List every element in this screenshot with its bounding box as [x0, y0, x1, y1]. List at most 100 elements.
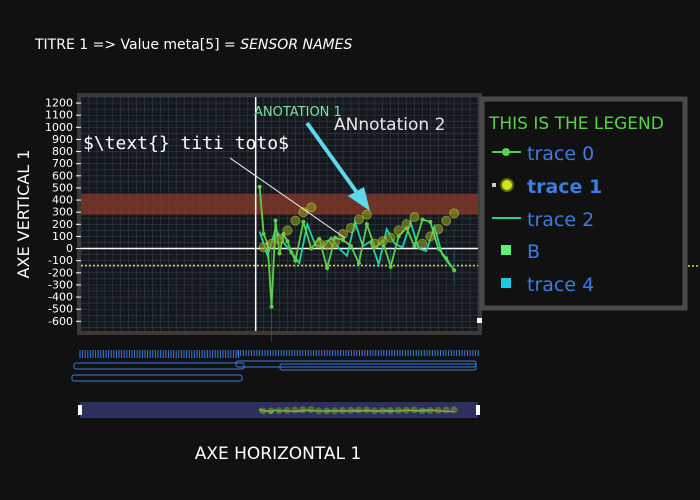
- rangeslider-trace-1-point: [386, 407, 394, 415]
- trace-0-point: [257, 184, 262, 189]
- y-tick-label: 500: [52, 181, 73, 194]
- rangeslider-trace-1-point: [450, 406, 458, 414]
- rangeslider-trace-1-point: [323, 407, 331, 415]
- y-tick-labels: 1200110010009008007006005004003002001000…: [45, 97, 81, 328]
- trace-0-point: [444, 256, 449, 261]
- y-tick-label: -300: [48, 278, 73, 291]
- trace-0-point: [325, 265, 330, 270]
- legend-label-trace-1: trace 1: [527, 176, 602, 198]
- y-tick-label: 1200: [45, 97, 73, 110]
- y-tick-label: -500: [48, 303, 73, 316]
- trace-1-point: [266, 238, 277, 249]
- rangeslider-handle-left[interactable]: [78, 405, 82, 415]
- y-tick-label: -400: [48, 291, 73, 304]
- trace-1-point: [361, 209, 372, 220]
- trace-1-point: [425, 231, 436, 242]
- trace-0-point: [293, 258, 298, 263]
- trace-0-point: [285, 239, 290, 244]
- rangeslider-trace-1-point: [339, 407, 347, 414]
- legend-symbol-trace-1-dot: [500, 178, 514, 192]
- trace-0-point: [364, 222, 369, 227]
- rangeslider-trace-1-point: [307, 406, 315, 414]
- rangeslider-trace-1-point: [434, 406, 442, 414]
- trace-1-point: [417, 238, 428, 249]
- y-tick-label: -100: [48, 254, 73, 267]
- rangeslider-trace-1-point: [410, 406, 418, 414]
- rangeslider-trace-1-point: [259, 407, 267, 415]
- x-tick-label-cluster: [71, 374, 243, 382]
- legend-label-trace-4: trace 4: [527, 274, 594, 296]
- y-tick-label: 900: [52, 133, 73, 146]
- rangeslider-trace-1-point: [267, 407, 275, 415]
- trace-1-point: [433, 224, 444, 235]
- x-tick-label-cluster: [73, 362, 245, 370]
- legend-label-trace-0: trace 0: [527, 143, 594, 165]
- trace-0-point: [269, 304, 274, 309]
- trace-1-point: [345, 222, 356, 233]
- trace-1-point: [353, 214, 364, 225]
- trace-0-point: [388, 264, 393, 269]
- rangeslider-trace-1-point: [283, 406, 291, 414]
- rangeslider-trace-1-point: [371, 407, 379, 415]
- trace-0-point: [348, 244, 353, 249]
- trace-0-point: [277, 251, 282, 256]
- rangeslider-trace-1-point: [291, 406, 299, 414]
- trace-1-point: [274, 233, 285, 244]
- rangeslider-tick-labels: [71, 350, 479, 382]
- annotation-2: ANnotation 2: [334, 115, 445, 135]
- trace-0-point: [356, 261, 361, 266]
- rangeslider-handle-right[interactable]: [476, 405, 480, 415]
- rangeslider-trace-1-point: [347, 406, 355, 414]
- legend-title: THIS IS THE LEGEND: [488, 114, 664, 134]
- trace-0-point: [301, 219, 306, 224]
- trace-1-point: [290, 215, 301, 226]
- chart-title-italic: SENSOR NAMES: [240, 37, 352, 53]
- rangeslider-trace-1-point: [331, 407, 339, 415]
- y-tick-label: 600: [52, 169, 73, 182]
- trace-0-point: [420, 217, 425, 222]
- chart: TITRE 1 => Value meta[5] = SENSOR NAMES …: [14, 37, 700, 464]
- trace-1-point: [385, 232, 396, 243]
- rangeslider-trace-1-point: [394, 406, 402, 414]
- y-tick-label: 0: [66, 242, 73, 255]
- rangeslider-trace-1-point: [418, 407, 426, 415]
- annotation-1: ANOTATION 1: [254, 105, 342, 120]
- y-tick-label: 100: [52, 230, 73, 243]
- trace-0-point: [273, 218, 278, 223]
- y-tick-label: 400: [52, 194, 73, 207]
- rangeslider-trace-1-point: [315, 407, 323, 415]
- y-tick-label: -600: [48, 315, 73, 328]
- legend: THIS IS THE LEGEND trace 0 trace 1 trace…: [479, 96, 688, 311]
- y-tick-label: 700: [52, 157, 73, 170]
- highlight-band: [81, 193, 478, 215]
- trace-0-point: [309, 246, 314, 251]
- trace-1-point: [449, 208, 460, 219]
- trace-0-point: [261, 232, 266, 237]
- trace-1-point: [441, 215, 452, 226]
- trace-0-point: [289, 250, 294, 255]
- trace-1-point: [306, 202, 317, 213]
- trace-1-point: [282, 225, 293, 236]
- y-tick-label: 1100: [45, 109, 73, 122]
- trace-0-point: [412, 244, 417, 249]
- trace-1-point: [330, 237, 341, 248]
- annotation-latex: $\text{} titi toto$: [83, 133, 289, 154]
- y-tick-label: 300: [52, 206, 73, 219]
- rangeslider-trace-1-point: [426, 407, 434, 415]
- legend-symbol-trace-4: [501, 278, 511, 288]
- legend-label-trace-2: trace 2: [527, 209, 594, 231]
- trace-0-point: [428, 219, 433, 224]
- trace-1-point: [409, 212, 420, 223]
- trace-1-point: [393, 225, 404, 236]
- rangeslider-trace-1-point: [275, 407, 283, 415]
- trace-0-point: [452, 268, 457, 273]
- plot-corner-marker: [477, 318, 482, 323]
- rangeslider-trace-1-point: [442, 406, 450, 414]
- legend-symbol-b: [501, 245, 511, 255]
- rangeslider-trace-1-point: [355, 406, 363, 414]
- rangeslider-trace-1-point: [299, 406, 307, 414]
- legend-label-b: B: [527, 241, 540, 263]
- y-tick-label: 1000: [45, 121, 73, 134]
- y-axis-label: AXE VERTICAL 1: [14, 150, 33, 279]
- y-tick-label: 200: [52, 218, 73, 231]
